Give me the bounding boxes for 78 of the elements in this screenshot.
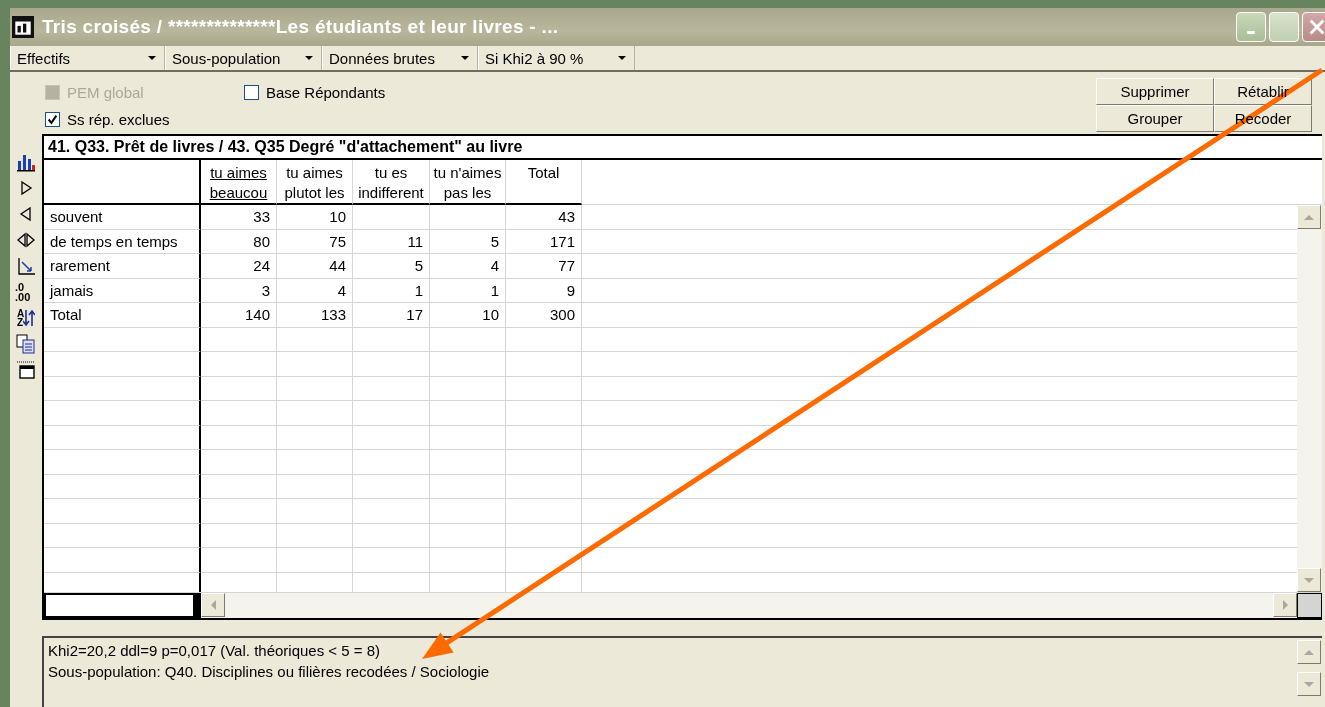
row-label: rarement: [44, 254, 201, 279]
column-header[interactable]: tu es indifferent: [353, 160, 430, 205]
dropdown[interactable]: Effectifs: [10, 46, 165, 70]
scroll-right-button[interactable]: [1273, 593, 1297, 617]
table-cell: 133: [277, 303, 353, 328]
caret-icon: [461, 56, 469, 60]
minimize-icon: [1247, 30, 1255, 34]
scroll-left-button[interactable]: [201, 593, 225, 617]
table-cell: 1: [430, 278, 506, 303]
table-cell: 4: [277, 278, 353, 303]
table-cell: 10: [430, 303, 506, 328]
scroll-up-button[interactable]: [1297, 640, 1321, 664]
table-cell: 80: [201, 229, 277, 254]
table-cell: 300: [506, 303, 582, 328]
row-label: jamais: [44, 278, 201, 303]
dropdown[interactable]: Sous-population: [165, 46, 322, 70]
action-button[interactable]: Grouper: [1096, 105, 1214, 132]
action-button[interactable]: Supprimer: [1096, 78, 1214, 105]
dropdown[interactable]: Si Khi2 à 90 %: [478, 46, 635, 70]
up-arrow-icon: [1304, 649, 1314, 655]
dropdown[interactable]: Données brutes: [322, 46, 478, 70]
decimals-icon[interactable]: .0 .00: [15, 282, 37, 302]
bar-chart-icon[interactable]: [15, 152, 37, 172]
right-arrow-icon: [1282, 600, 1288, 610]
table-cell: 17: [353, 303, 430, 328]
table-cell: 24: [201, 254, 277, 279]
table-cell: 75: [277, 229, 353, 254]
scroll-down-button[interactable]: [1297, 672, 1321, 696]
close-button[interactable]: [1302, 12, 1325, 42]
checkbox[interactable]: [45, 112, 60, 127]
double-triangle-icon[interactable]: [15, 230, 37, 250]
table-cell: 10: [277, 205, 353, 230]
close-icon: [1309, 19, 1325, 35]
table-cell: 43: [506, 205, 582, 230]
scroll-up-button[interactable]: [1297, 205, 1321, 229]
scroll-down-button[interactable]: [1297, 568, 1321, 592]
window-icon[interactable]: [15, 360, 37, 380]
down-arrow-icon: [1304, 681, 1314, 687]
table-cell: 1: [353, 278, 430, 303]
column-header[interactable]: tu n'aimes pas les: [430, 160, 506, 205]
table-cell: 140: [201, 303, 277, 328]
checkbox-label: Ss rép. exclues: [67, 111, 170, 128]
checkbox-label: PEM global: [67, 84, 144, 101]
table-cell: 77: [506, 254, 582, 279]
row-label: Total: [44, 303, 201, 328]
table-cell: 44: [277, 254, 353, 279]
table-cell: 5: [430, 229, 506, 254]
action-button[interactable]: Rétablir: [1214, 78, 1312, 105]
cell-editor[interactable]: [44, 593, 201, 618]
table-cell: 4: [430, 254, 506, 279]
checkbox[interactable]: [244, 85, 259, 100]
checkbox-label: Base Répondants: [266, 84, 386, 101]
left-arrow-icon: [210, 600, 216, 610]
down-arrow-icon: [1304, 577, 1314, 583]
up-arrow-icon: [1304, 214, 1314, 220]
column-header[interactable]: tu aimes plutot les: [277, 160, 353, 205]
app-icon: [12, 16, 34, 38]
status-text: Sous-population: Q40. Disciplines ou filières recodées / Sociologie: [48, 662, 491, 682]
table-cell: 9: [506, 278, 582, 303]
row-label: souvent: [44, 205, 201, 230]
table-title: 41. Q33. Prêt de livres / 43. Q35 Degré "d'attachement" au livre: [44, 136, 1322, 160]
row-label: de temps en temps: [44, 229, 201, 254]
caret-icon: [618, 56, 626, 60]
table-cell: 11: [353, 229, 430, 254]
horizontal-scrollbar[interactable]: [201, 593, 1297, 618]
column-header[interactable]: tu aimes beaucou: [201, 160, 277, 205]
window-title: Tris croisés / **************Les étudiants et leur livres - ...: [42, 16, 560, 38]
table-cell: 5: [353, 254, 430, 279]
copy-icon[interactable]: [15, 334, 37, 354]
caret-icon: [148, 56, 156, 60]
table-cell: 3: [201, 278, 277, 303]
status-text: Khi2=20,2 ddl=9 p=0,017 (Val. théoriques < 5 = 8): [48, 641, 382, 661]
table-cell: 33: [201, 205, 277, 230]
column-header[interactable]: Total: [506, 160, 582, 205]
table-cell: 171: [506, 229, 582, 254]
vertical-scrollbar[interactable]: [1297, 205, 1322, 592]
axis-icon[interactable]: [15, 256, 37, 276]
caret-icon: [305, 56, 313, 60]
